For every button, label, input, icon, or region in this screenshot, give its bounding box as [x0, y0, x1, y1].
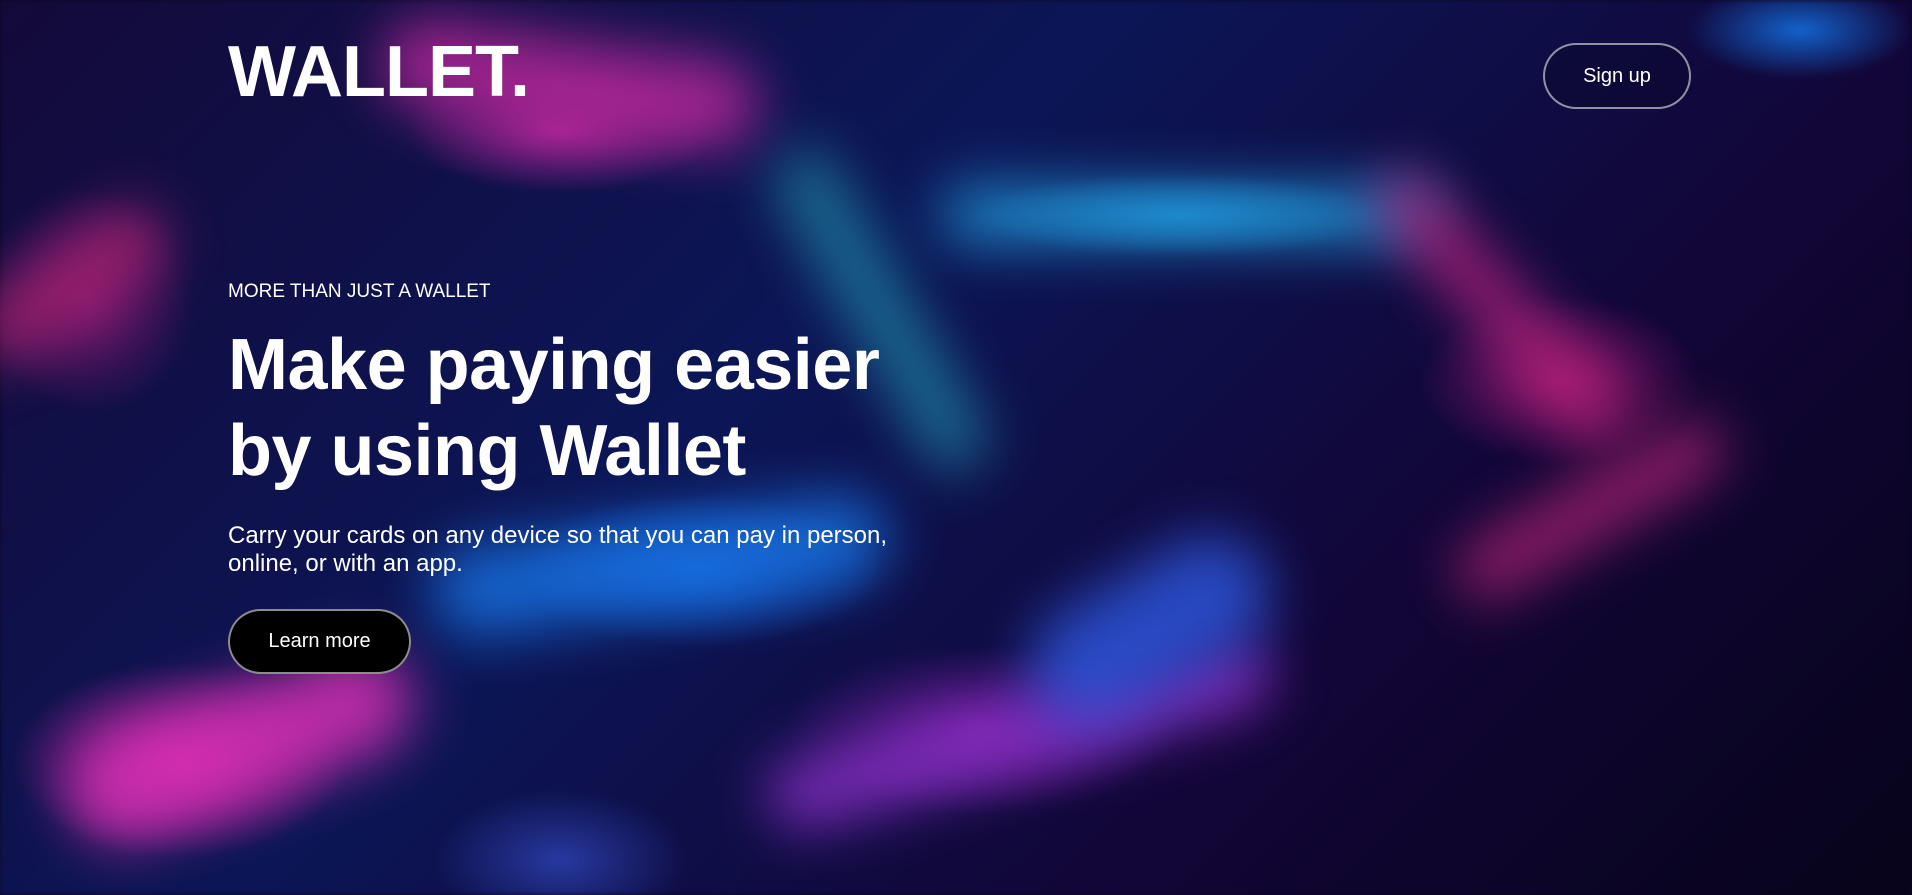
brand-logo[interactable]: WALLET. — [228, 36, 530, 108]
hero-description-line-1: Carry your cards on any device so that y… — [228, 522, 888, 549]
site-header: WALLET. Sign up — [0, 0, 1912, 140]
hero-eyebrow: MORE THAN JUST A WALLET — [228, 281, 491, 302]
background-neon-shape — [0, 193, 181, 377]
hero-section: MORE THAN JUST A WALLET Make paying easi… — [228, 280, 988, 578]
hero-headline: Make paying easier by using Wallet — [228, 322, 988, 494]
background-neon-shape — [1365, 162, 1635, 453]
landing-page: WALLET. Sign up MORE THAN JUST A WALLET … — [0, 0, 1912, 895]
learn-more-button[interactable]: Learn more — [228, 609, 411, 674]
background-neon-shape — [940, 185, 1440, 245]
sign-up-button[interactable]: Sign up — [1543, 43, 1691, 109]
hero-headline-line-1: Make paying easier — [228, 325, 880, 405]
hero-headline-line-2: by using Wallet — [228, 411, 746, 491]
hero-description-line-2: online, or with an app. — [228, 550, 463, 577]
hero-description: Carry your cards on any device so that y… — [228, 522, 948, 578]
